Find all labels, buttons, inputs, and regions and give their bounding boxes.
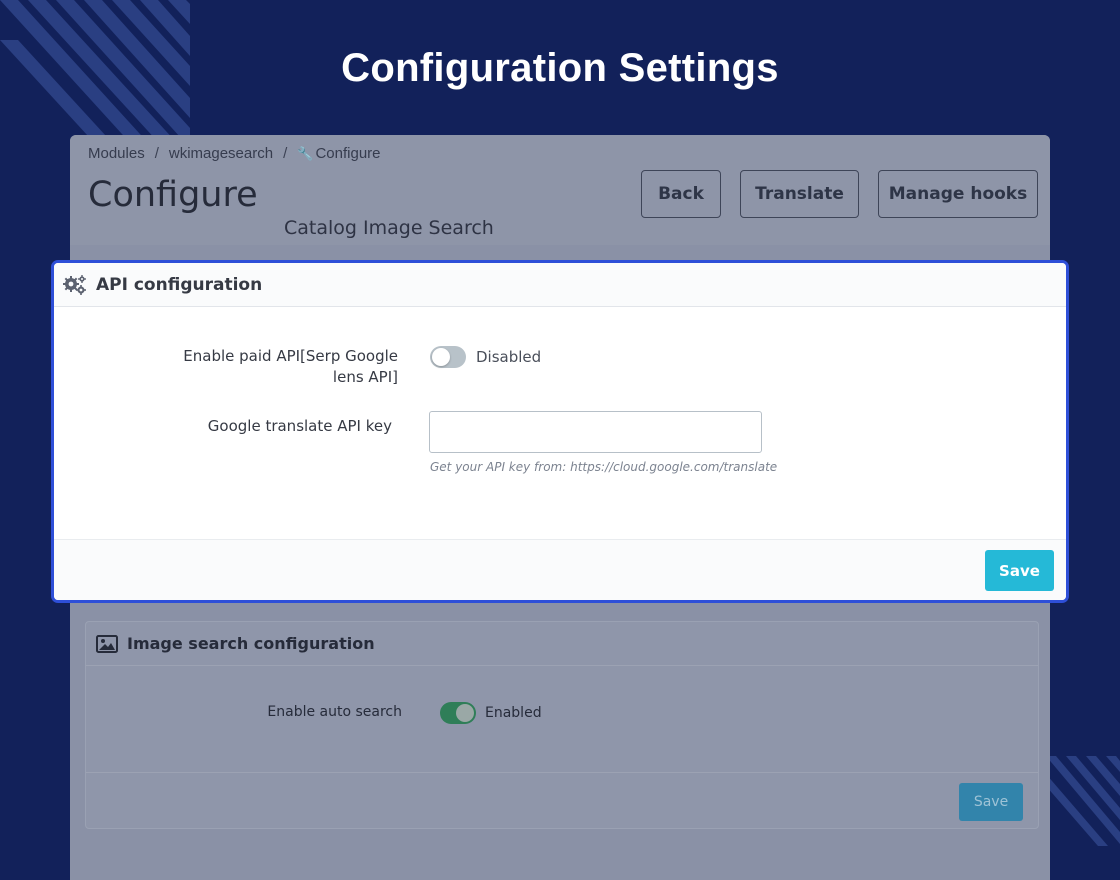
breadcrumb-separator: / <box>283 145 288 162</box>
google-translate-key-input[interactable] <box>429 411 762 453</box>
cogs-icon <box>63 274 86 295</box>
api-panel-title: API configuration <box>96 274 263 295</box>
auto-search-toggle-group: Enabled <box>440 702 542 724</box>
breadcrumb-module[interactable]: wkimagesearch <box>169 145 273 162</box>
breadcrumb: Modules / wkimagesearch / 🔧 Configure <box>88 145 381 162</box>
image-search-panel-title: Image search configuration <box>127 634 375 653</box>
breadcrumb-separator: / <box>154 145 159 162</box>
paid-api-toggle[interactable] <box>430 346 466 368</box>
image-search-panel: Image search configuration Enable auto s… <box>85 621 1039 829</box>
decorative-stripes-bottom <box>1046 756 1120 846</box>
translate-button[interactable]: Translate <box>740 170 859 218</box>
image-icon <box>96 634 118 653</box>
auto-search-state: Enabled <box>485 705 542 721</box>
auto-search-label: Enable auto search <box>267 704 402 720</box>
page-title: Configuration Settings <box>341 46 779 90</box>
api-panel-footer: Save <box>54 539 1066 600</box>
admin-header: Modules / wkimagesearch / 🔧 Configure Con… <box>70 135 1050 245</box>
manage-hooks-button[interactable]: Manage hooks <box>878 170 1038 218</box>
google-translate-key-label: Google translate API key <box>207 417 392 435</box>
breadcrumb-modules[interactable]: Modules <box>88 145 145 162</box>
api-configuration-panel: API configuration Enable paid API[Serp G… <box>51 260 1069 603</box>
google-translate-key-help: Get your API key from: https://cloud.goo… <box>430 460 778 474</box>
configure-heading: Configure <box>88 175 258 215</box>
image-search-panel-header: Image search configuration <box>86 622 1038 666</box>
image-search-save-button[interactable]: Save <box>959 783 1023 821</box>
back-button[interactable]: Back <box>641 170 721 218</box>
paid-api-toggle-group: Disabled <box>430 346 541 368</box>
wrench-icon: 🔧 <box>297 146 314 161</box>
paid-api-state: Disabled <box>476 348 542 366</box>
image-search-panel-footer: Save <box>86 772 1038 829</box>
api-panel-header: API configuration <box>54 263 1066 307</box>
breadcrumb-configure: 🔧 Configure <box>297 145 381 162</box>
api-save-button[interactable]: Save <box>985 550 1054 591</box>
auto-search-toggle[interactable] <box>440 702 476 724</box>
paid-api-label: Enable paid API[Serp Google lens API] <box>183 347 398 386</box>
module-subtitle: Catalog Image Search <box>284 217 494 239</box>
